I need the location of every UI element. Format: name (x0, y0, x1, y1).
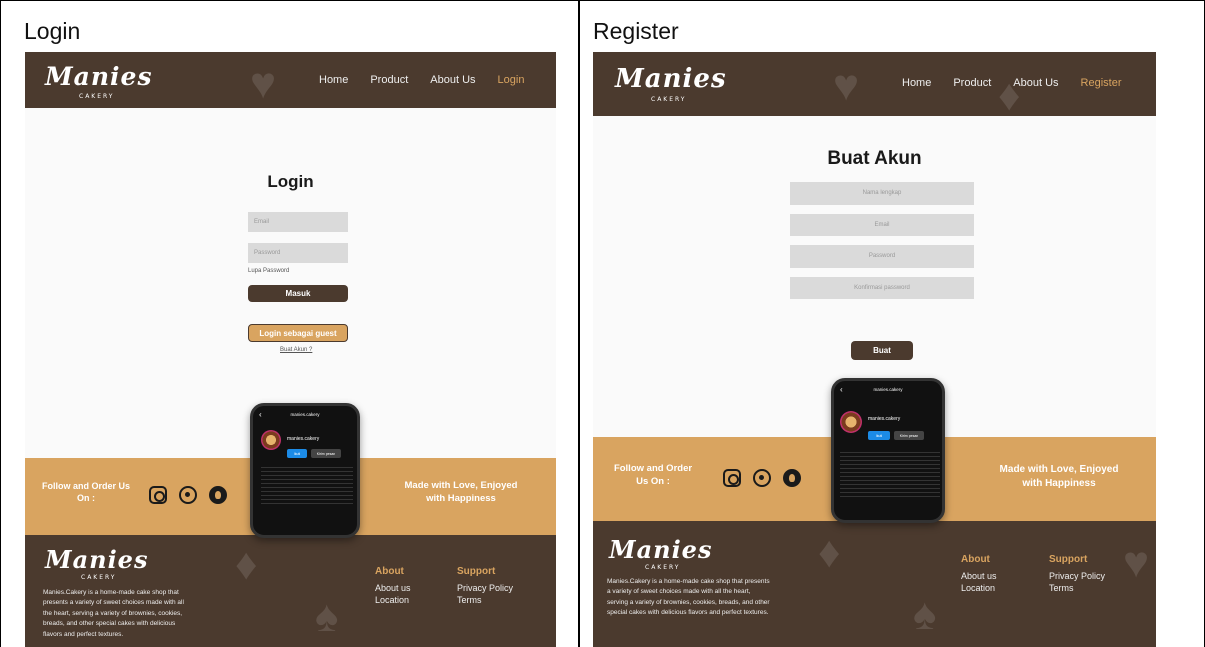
footer-description: Manies.Cakery is a home-made cake shop t… (607, 578, 770, 617)
profile-avatar (840, 411, 862, 433)
email-field[interactable]: Email (790, 214, 974, 236)
login-caption: Login (24, 18, 81, 44)
footer-terms-link[interactable]: Terms (1049, 582, 1105, 594)
dessert-deco-icon: ♠ (913, 590, 937, 639)
cupcake-deco-icon: ♥ (1123, 538, 1150, 587)
follow-text: Follow and Order Us On : (41, 481, 130, 504)
follow-text: Follow and Order Us On : (613, 463, 693, 487)
cake-deco-icon: ♦ (235, 540, 258, 589)
footer-terms-link[interactable]: Terms (457, 594, 513, 606)
nav-home[interactable]: Home (319, 74, 348, 86)
password-field[interactable]: Password (790, 245, 974, 268)
footer-support: Support Privacy Policy Terms (1049, 554, 1105, 594)
nav-about-us[interactable]: About Us (430, 74, 475, 86)
cupcake-icon: ♥ (833, 61, 860, 110)
dessert-deco-icon: ♠ (315, 592, 339, 641)
whatsapp-icon[interactable] (753, 469, 771, 487)
table-divider (578, 0, 580, 647)
footer-brand-name: Manies (45, 545, 149, 574)
footer: Manies CAKERY Manies.Cakery is a home-ma… (593, 521, 1156, 647)
footer-support-title: Support (1049, 554, 1088, 565)
nav-about-us[interactable]: About Us (1013, 77, 1058, 89)
instagram-icon[interactable] (149, 486, 167, 504)
phone-mockup: ‹ manies.cakery manies.cakery Ikuti Kiri… (831, 378, 945, 523)
navbar: Manies CAKERY ♥ ♦ Home Product About Us … (593, 52, 1156, 118)
instagram-icon[interactable] (723, 469, 741, 487)
email-field[interactable]: Email (248, 212, 348, 232)
nav-product[interactable]: Product (370, 74, 408, 86)
create-account-button[interactable]: Buat (851, 341, 913, 360)
brand-sub: CAKERY (651, 96, 687, 103)
full-name-field[interactable]: Nama lengkap (790, 182, 974, 205)
bio-lines (840, 449, 940, 499)
footer-support: Support Privacy Policy Terms (457, 566, 513, 606)
footer-about-title: About (375, 566, 404, 577)
login-button[interactable]: Masuk (248, 285, 348, 302)
message-button[interactable]: Kirim pesan (894, 431, 924, 440)
confirm-password-field[interactable]: Konfirmasi password (790, 277, 974, 299)
footer-about: About About us Location (375, 566, 411, 606)
brand-sub: CAKERY (79, 93, 115, 100)
footer-privacy-link[interactable]: Privacy Policy (1049, 570, 1105, 582)
footer: Manies CAKERY Manies.Cakery is a home-ma… (25, 535, 556, 647)
phone-header: manies.cakery (290, 412, 320, 417)
gofood-icon[interactable] (209, 486, 227, 504)
brand-logo[interactable]: Manies CAKERY (45, 62, 153, 100)
footer-privacy-link[interactable]: Privacy Policy (457, 582, 513, 594)
footer-about-title: About (961, 554, 990, 565)
follow-button[interactable]: Ikuti (868, 431, 890, 440)
bio-lines (261, 464, 353, 504)
nav-login[interactable]: Login (498, 74, 525, 86)
tagline: Made with Love, Enjoyed with Happiness (404, 480, 518, 504)
tagline: Made with Love, Enjoyed with Happiness (999, 464, 1119, 489)
cake-deco-icon: ♦ (818, 528, 841, 577)
footer-logo: Manies CAKERY (45, 545, 149, 581)
follow-button[interactable]: Ikuti (287, 449, 307, 458)
nav-register[interactable]: Register (1081, 77, 1122, 89)
footer-brand-name: Manies (609, 535, 713, 564)
brand-name: Manies (615, 64, 727, 94)
footer-brand-sub: CAKERY (81, 574, 117, 581)
phone-header: manies.cakery (873, 387, 903, 392)
navbar: Manies CAKERY ♥ Home Product About Us Lo… (25, 52, 556, 108)
social-links (149, 486, 227, 504)
whatsapp-icon[interactable] (179, 486, 197, 504)
login-title: Login (267, 172, 314, 191)
footer-location-link[interactable]: Location (961, 582, 997, 594)
footer-logo: Manies CAKERY (609, 535, 713, 571)
social-links (723, 469, 801, 487)
phone-mockup: ‹ manies.cakery manies.cakery Ikuti Kiri… (250, 403, 360, 538)
create-account-link[interactable]: Buat Akun ? (280, 347, 312, 353)
footer-about-us-link[interactable]: About us (375, 582, 411, 594)
gofood-icon[interactable] (783, 469, 801, 487)
footer-location-link[interactable]: Location (375, 594, 411, 606)
register-title: Buat Akun (827, 148, 922, 169)
guest-login-button[interactable]: Login sebagai guest (248, 324, 348, 342)
footer-brand-sub: CAKERY (645, 564, 681, 571)
message-button[interactable]: Kirim pesan (311, 449, 341, 458)
footer-about-us-link[interactable]: About us (961, 570, 997, 582)
footer-description: Manies.Cakery is a home-made cake shop t… (43, 589, 184, 638)
phone-username: manies.cakery (868, 416, 901, 422)
cupcake-icon: ♥ (250, 59, 277, 108)
nav-menu: Home Product About Us Login (319, 74, 524, 86)
register-caption: Register (593, 18, 679, 44)
register-screenshot: Manies CAKERY ♥ ♦ Home Product About Us … (593, 52, 1156, 647)
nav-home[interactable]: Home (902, 77, 931, 89)
login-screenshot: Manies CAKERY ♥ Home Product About Us Lo… (25, 52, 556, 647)
phone-username: manies.cakery (287, 436, 320, 442)
forgot-password-link[interactable]: Lupa Password (248, 268, 289, 274)
profile-avatar (261, 430, 281, 450)
nav-product[interactable]: Product (953, 77, 991, 89)
password-field[interactable]: Password (248, 243, 348, 263)
brand-logo[interactable]: Manies CAKERY (615, 64, 727, 103)
nav-menu: Home Product About Us Register (902, 77, 1121, 89)
footer-support-title: Support (457, 566, 496, 577)
brand-name: Manies (45, 62, 153, 91)
footer-about: About About us Location (961, 554, 997, 594)
